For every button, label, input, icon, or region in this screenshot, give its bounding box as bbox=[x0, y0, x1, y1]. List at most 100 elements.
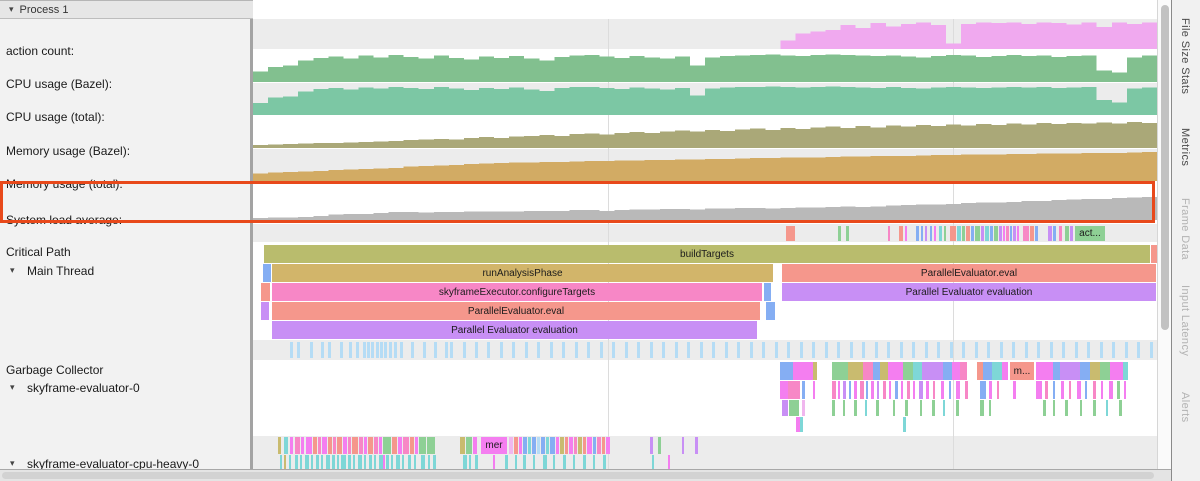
skyframe-evaluator-0-slice[interactable] bbox=[1043, 400, 1046, 416]
skyframe-evaluator-0-slice[interactable] bbox=[1109, 381, 1113, 399]
garbage-collector-slice[interactable] bbox=[750, 342, 753, 358]
skyframe-evaluator-0-slice[interactable] bbox=[1085, 381, 1087, 399]
skyframe-evaluator-0-slice[interactable] bbox=[1100, 362, 1110, 380]
skyframe-evaluator-cpu-heavy-0-slice[interactable] bbox=[374, 437, 378, 454]
skyframe-evaluator-cpu-heavy-0-slice[interactable] bbox=[332, 455, 335, 469]
skyframe-evaluator-cpu-heavy-0-slice[interactable] bbox=[556, 437, 559, 454]
garbage-collector-slice[interactable] bbox=[562, 342, 565, 358]
process-expander-icon[interactable]: ▾ bbox=[9, 4, 14, 15]
skyframe-evaluator-cpu-heavy-0-slice[interactable] bbox=[466, 437, 472, 454]
skyframe-evaluator-0-slice[interactable] bbox=[926, 381, 929, 399]
critical-path-slice[interactable] bbox=[1017, 226, 1019, 241]
skyframe-evaluator-0-slice[interactable] bbox=[880, 362, 888, 380]
skyframe-evaluator-0-slice[interactable] bbox=[960, 362, 967, 380]
skyframe-evaluator-0-slice[interactable] bbox=[1069, 381, 1071, 399]
garbage-collector-slice[interactable] bbox=[925, 342, 928, 358]
skyframe-evaluator-cpu-heavy-0-slice[interactable] bbox=[364, 455, 366, 469]
garbage-collector-slice[interactable] bbox=[1062, 342, 1065, 358]
skyframe-evaluator-cpu-heavy-0-slice[interactable] bbox=[284, 437, 288, 454]
critical-path-slice[interactable] bbox=[921, 226, 923, 241]
garbage-collector-slice[interactable] bbox=[463, 342, 466, 358]
skyframe-evaluator-0-slice[interactable] bbox=[802, 381, 805, 399]
main-thread-slice[interactable] bbox=[766, 302, 775, 320]
skyframe-evaluator-cpu-heavy-0-slice[interactable] bbox=[668, 455, 670, 469]
skyframe-evaluator-0-slice[interactable] bbox=[905, 400, 908, 416]
skyframe-evaluator-0-slice[interactable] bbox=[989, 381, 992, 399]
skyframe-evaluator-0-slice[interactable] bbox=[1080, 400, 1082, 416]
skyframe-evaluator-cpu-heavy-0-slice[interactable] bbox=[328, 437, 332, 454]
skyframe-evaluator-0-slice[interactable] bbox=[920, 400, 922, 416]
vertical-scrollbar[interactable] bbox=[1157, 0, 1171, 469]
track-expander-icon[interactable]: ▾ bbox=[10, 382, 15, 393]
skyframe-evaluator-cpu-heavy-0-slice[interactable] bbox=[682, 437, 684, 454]
garbage-collector-slice[interactable] bbox=[612, 342, 615, 358]
main-thread-slice[interactable] bbox=[764, 283, 771, 301]
skyframe-evaluator-cpu-heavy-0-slice[interactable] bbox=[348, 455, 351, 469]
skyframe-evaluator-0-slice[interactable] bbox=[813, 381, 815, 399]
skyframe-evaluator-0-slice[interactable] bbox=[1045, 381, 1048, 399]
main-thread-slice[interactable]: ParallelEvaluator.eval bbox=[272, 302, 760, 320]
skyframe-evaluator-0-slice[interactable] bbox=[1090, 362, 1100, 380]
garbage-collector-slice[interactable] bbox=[297, 342, 300, 358]
skyframe-evaluator-0-slice[interactable] bbox=[780, 362, 793, 380]
skyframe-evaluator-0-slice[interactable] bbox=[843, 400, 845, 416]
skyframe-evaluator-cpu-heavy-0-slice[interactable] bbox=[463, 455, 467, 469]
skyframe-evaluator-cpu-heavy-0-slice[interactable] bbox=[537, 437, 540, 454]
skyframe-evaluator-0-slice[interactable] bbox=[832, 362, 848, 380]
skyframe-evaluator-cpu-heavy-0-slice[interactable] bbox=[533, 455, 535, 469]
skyframe-evaluator-cpu-heavy-0-slice[interactable] bbox=[603, 455, 606, 469]
critical-path-slice[interactable] bbox=[1059, 226, 1062, 241]
skyframe-evaluator-cpu-heavy-0-slice[interactable] bbox=[391, 455, 393, 469]
garbage-collector-slice[interactable] bbox=[1012, 342, 1015, 358]
garbage-collector-slice[interactable] bbox=[625, 342, 628, 358]
skyframe-evaluator-0-slice[interactable] bbox=[793, 362, 813, 380]
skyframe-evaluator-cpu-heavy-0-slice[interactable] bbox=[369, 455, 372, 469]
skyframe-evaluator-cpu-heavy-0-slice[interactable] bbox=[565, 437, 568, 454]
skyframe-evaluator-cpu-heavy-0-slice[interactable] bbox=[573, 455, 575, 469]
critical-path-slice[interactable] bbox=[971, 226, 974, 241]
skyframe-evaluator-cpu-heavy-0-slice[interactable] bbox=[546, 437, 549, 454]
skyframe-evaluator-cpu-heavy-0-slice[interactable] bbox=[428, 455, 430, 469]
horizontal-scrollbar[interactable] bbox=[0, 469, 1200, 481]
tab-input-latency[interactable]: Input Latency bbox=[1179, 285, 1191, 356]
garbage-collector-slice[interactable] bbox=[384, 342, 387, 358]
skyframe-evaluator-cpu-heavy-0-slice[interactable] bbox=[473, 437, 477, 454]
skyframe-evaluator-cpu-heavy-0-slice[interactable] bbox=[359, 437, 363, 454]
critical-path-slice[interactable] bbox=[1035, 226, 1038, 241]
skyframe-evaluator-cpu-heavy-0-slice[interactable] bbox=[364, 437, 367, 454]
garbage-collector-slice[interactable] bbox=[376, 342, 379, 358]
skyframe-evaluator-cpu-heavy-0-slice[interactable] bbox=[460, 437, 465, 454]
skyframe-evaluator-0-slice[interactable] bbox=[1060, 362, 1080, 380]
critical-path-slice[interactable] bbox=[1006, 226, 1009, 241]
skyframe-evaluator-cpu-heavy-0-slice[interactable] bbox=[337, 437, 342, 454]
skyframe-evaluator-0-slice[interactable] bbox=[865, 400, 867, 416]
skyframe-evaluator-cpu-heavy-0-slice[interactable] bbox=[493, 455, 495, 469]
critical-path-slice[interactable] bbox=[899, 226, 903, 241]
skyframe-evaluator-0-slice[interactable] bbox=[1053, 400, 1055, 416]
skyframe-evaluator-cpu-heavy-0-slice[interactable] bbox=[523, 455, 526, 469]
skyframe-evaluator-cpu-heavy-0-slice[interactable] bbox=[606, 437, 610, 454]
skyframe-evaluator-cpu-heavy-0-slice[interactable] bbox=[295, 437, 300, 454]
skyframe-evaluator-0-slice[interactable] bbox=[1101, 381, 1103, 399]
skyframe-evaluator-0-slice[interactable] bbox=[913, 362, 922, 380]
critical-path-slice[interactable] bbox=[1030, 226, 1034, 241]
main-thread-slice[interactable]: Parallel Evaluator evaluation bbox=[272, 321, 757, 339]
skyframe-evaluator-cpu-heavy-0-slice[interactable] bbox=[333, 437, 336, 454]
skyframe-evaluator-0-slice[interactable] bbox=[943, 400, 945, 416]
skyframe-evaluator-0-slice[interactable] bbox=[933, 381, 935, 399]
tab-frame-data[interactable]: Frame Data bbox=[1179, 198, 1191, 260]
skyframe-evaluator-cpu-heavy-0-slice[interactable] bbox=[695, 437, 698, 454]
critical-path-slice[interactable] bbox=[999, 226, 1002, 241]
skyframe-evaluator-0-slice[interactable] bbox=[952, 362, 960, 380]
garbage-collector-slice[interactable] bbox=[363, 342, 366, 358]
skyframe-evaluator-cpu-heavy-0-slice[interactable] bbox=[543, 455, 547, 469]
garbage-collector-slice[interactable] bbox=[800, 342, 803, 358]
critical-path-slice[interactable] bbox=[1048, 226, 1052, 241]
skyframe-evaluator-cpu-heavy-0-slice[interactable] bbox=[306, 437, 312, 454]
skyframe-evaluator-0-slice[interactable] bbox=[876, 400, 879, 416]
track-expander-icon[interactable]: ▾ bbox=[10, 265, 15, 276]
critical-path-slice[interactable] bbox=[950, 226, 956, 241]
garbage-collector-slice[interactable] bbox=[371, 342, 374, 358]
critical-path-slice[interactable] bbox=[916, 226, 919, 241]
skyframe-evaluator-0-slice[interactable] bbox=[1123, 362, 1128, 380]
